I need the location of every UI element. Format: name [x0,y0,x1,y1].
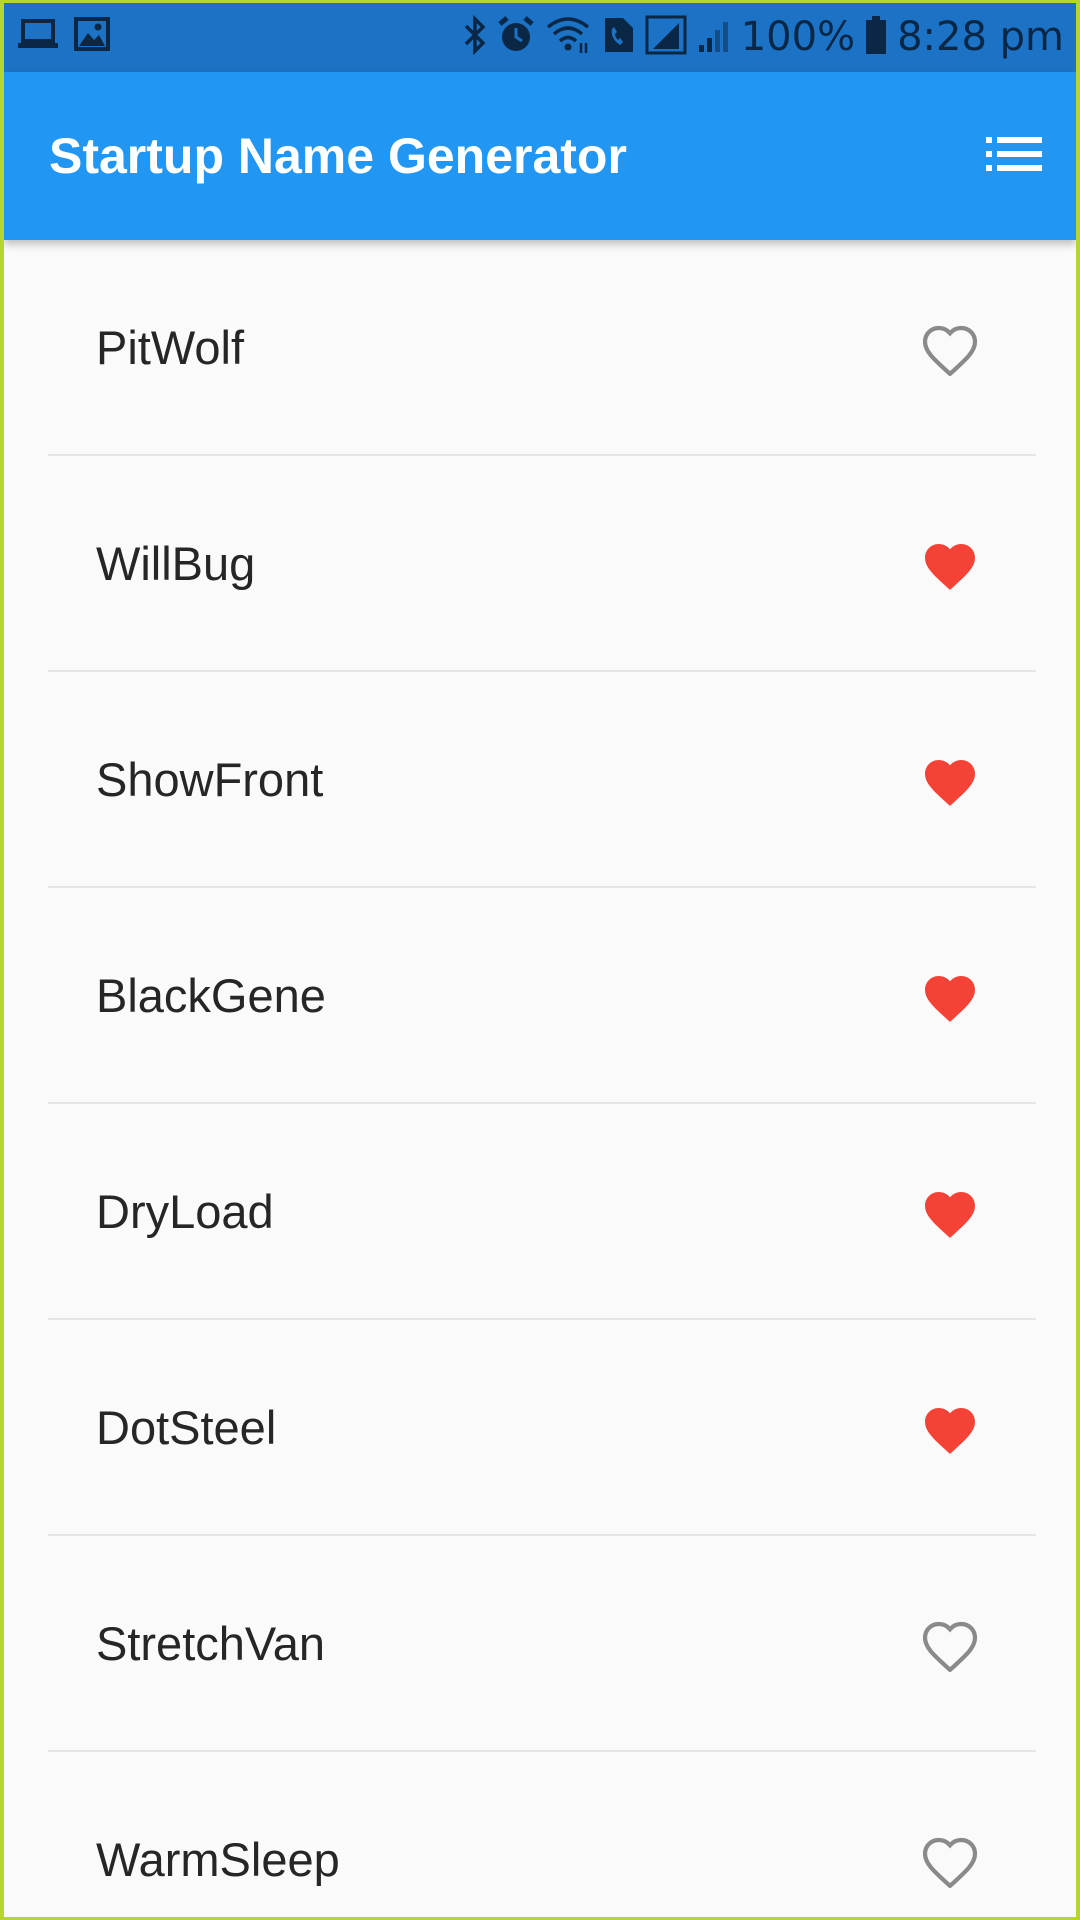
laptop-icon [18,18,58,55]
heart-filled-icon[interactable] [920,752,980,808]
startup-name: DotSteel [96,1401,277,1454]
signal-icon [697,17,731,58]
list-item[interactable]: ShowFront [4,672,1076,888]
heart-outline-icon[interactable] [920,1616,980,1672]
list-icon [986,136,1042,176]
heart-filled-icon[interactable] [920,1400,980,1456]
saved-list-button[interactable] [986,128,1042,184]
list-item[interactable]: StretchVan [4,1536,1076,1752]
wifi-icon [545,15,591,60]
list-item[interactable]: BlackGene [4,888,1076,1104]
alarm-icon [497,15,535,60]
list-item[interactable]: WarmSleep [4,1752,1076,1917]
clock: 8:28 pm [897,14,1064,60]
app-bar: Startup Name Generator [4,72,1076,240]
startup-name: PitWolf [96,321,244,374]
list-item[interactable]: WillBug [4,456,1076,672]
page-title: Startup Name Generator [49,128,627,184]
startup-name: StretchVan [96,1617,326,1670]
startup-name: BlackGene [96,969,326,1022]
startup-name: WarmSleep [96,1833,340,1886]
list-item[interactable]: DryLoad [4,1104,1076,1320]
signal-icon [645,15,687,60]
heart-filled-icon[interactable] [920,1184,980,1240]
app-screen: 100% 8:28 pm Startup Name Generator PitW… [4,3,1076,1917]
list-item[interactable]: DotSteel [4,1320,1076,1536]
heart-filled-icon[interactable] [920,536,980,592]
heart-outline-icon[interactable] [920,1832,980,1888]
startup-name: ShowFront [96,753,324,806]
image-icon [74,17,110,56]
startup-name: DryLoad [96,1185,274,1238]
bluetooth-icon [463,14,487,60]
list-item[interactable]: PitWolf [4,240,1076,456]
battery-icon [865,15,887,59]
status-bar: 100% 8:28 pm [4,3,1076,72]
name-list: PitWolf WillBug ShowFront BlackGene DryL… [4,240,1076,1917]
battery-percentage: 100% [740,14,856,60]
startup-name: WillBug [96,537,256,590]
heart-filled-icon[interactable] [920,968,980,1024]
wifi-calling-icon [601,16,635,59]
heart-outline-icon[interactable] [920,320,980,376]
